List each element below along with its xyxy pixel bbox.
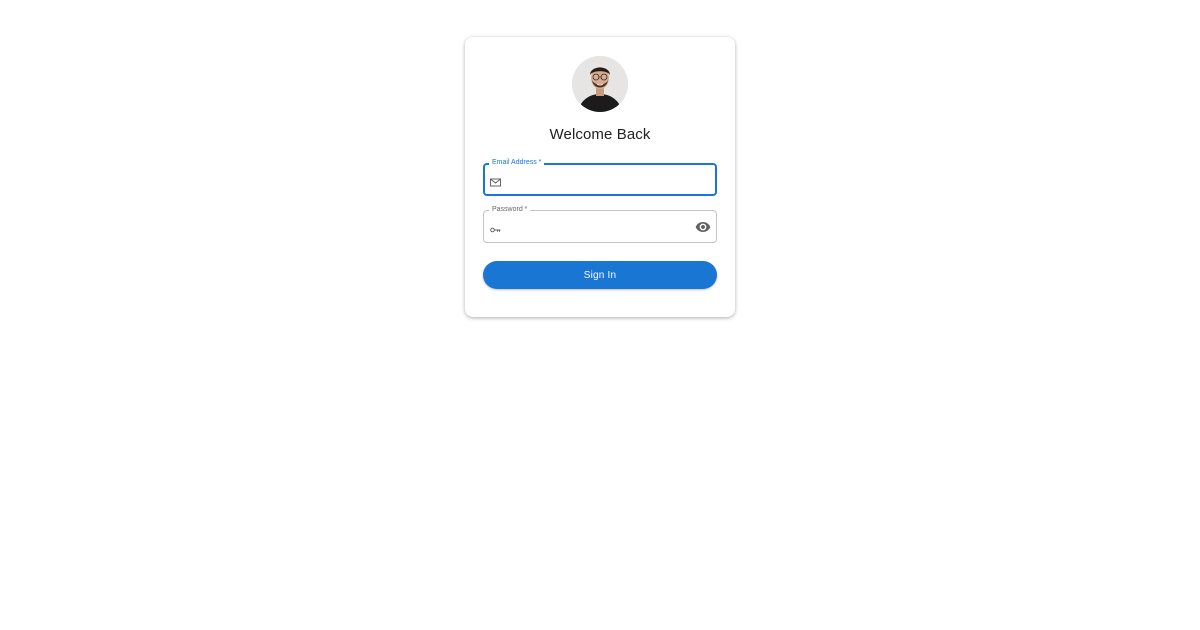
eye-icon[interactable] <box>695 219 711 235</box>
login-card: Welcome Back Email Address * Password * <box>465 37 735 317</box>
avatar <box>572 56 628 112</box>
password-input[interactable] <box>506 217 686 235</box>
email-field[interactable]: Email Address * <box>483 158 717 196</box>
mail-icon <box>490 174 502 187</box>
sign-in-button[interactable]: Sign In <box>483 261 717 289</box>
password-label: Password * <box>489 205 531 214</box>
key-icon <box>490 221 502 233</box>
email-label: Email Address * <box>489 158 545 167</box>
password-field[interactable]: Password * <box>483 205 717 243</box>
page-title: Welcome Back <box>549 126 651 143</box>
email-input[interactable] <box>507 171 687 189</box>
